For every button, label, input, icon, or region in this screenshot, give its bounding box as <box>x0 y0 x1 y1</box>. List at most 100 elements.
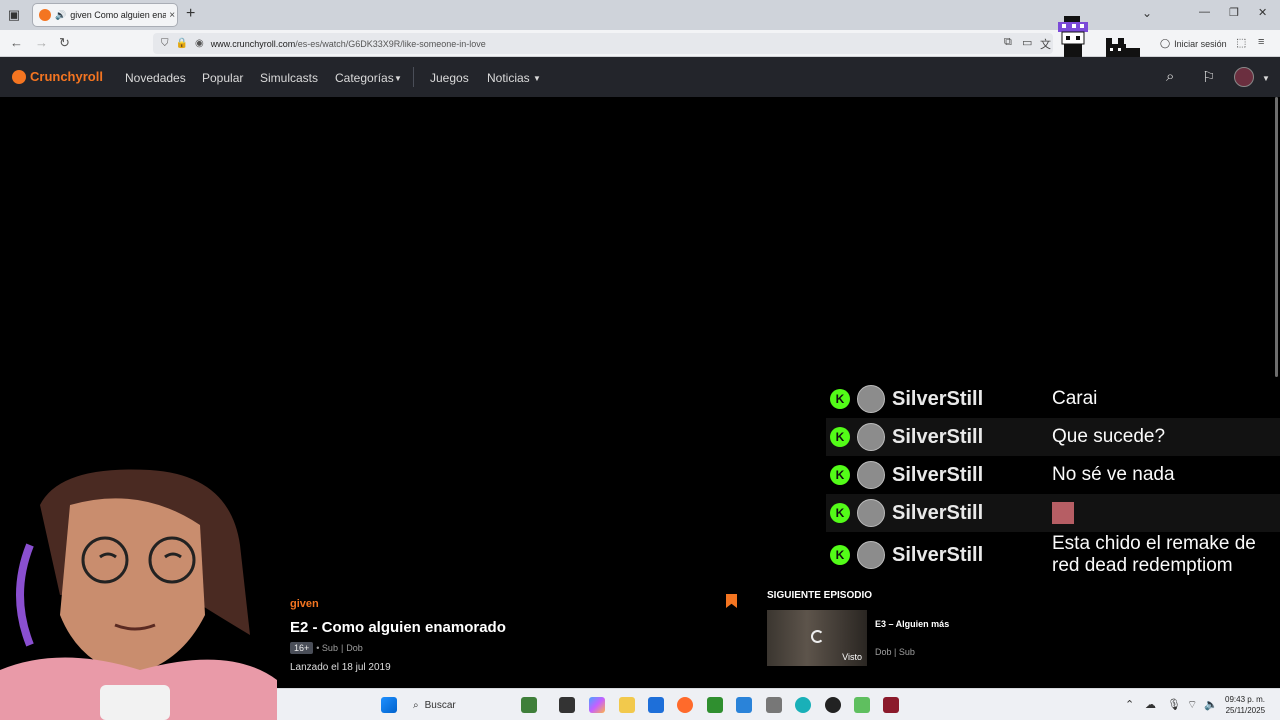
menu-icon[interactable]: ≡ <box>1258 36 1264 48</box>
chat-text: No sé ve nada <box>1052 464 1175 485</box>
nav-categorias[interactable]: Categorías <box>335 71 394 85</box>
crunchyroll-logo[interactable]: Crunchyroll <box>12 69 103 84</box>
task-view-icon[interactable] <box>559 697 575 713</box>
chat-text: Carai <box>1052 388 1098 409</box>
profile-chevron-icon[interactable]: ▼ <box>1262 74 1270 83</box>
episode-series[interactable]: given <box>290 594 319 612</box>
store-icon[interactable] <box>648 697 664 713</box>
taskbar: ⌕ Buscar ⌃ ☁ 🎙 ⌔ 🔈 09:43 p. m. 25/11/202… <box>277 688 1280 720</box>
rating-badge: 16+ <box>290 642 314 654</box>
nav-juegos[interactable]: Juegos <box>430 71 469 85</box>
system-clock[interactable]: 09:43 p. m. 25/11/2025 <box>1225 694 1265 716</box>
file-explorer-icon[interactable] <box>619 697 635 713</box>
chat-text: Que sucede? <box>1052 426 1166 447</box>
release-date: Lanzado el 18 jul 2019 <box>290 662 391 673</box>
tab-overview-icon[interactable]: ▣ <box>6 7 22 23</box>
active-tab[interactable]: 🔊 given Como alguien enamorado × <box>32 3 178 27</box>
user-avatar <box>857 541 885 569</box>
shield-icon[interactable]: ⛉ <box>161 38 169 49</box>
loading-spinner-icon <box>811 630 824 643</box>
nav-noticias[interactable]: Noticias <box>487 71 530 85</box>
lang-separator: | <box>340 643 344 653</box>
nav-simulcasts[interactable]: Simulcasts <box>260 71 318 85</box>
firefox-icon[interactable] <box>677 697 693 713</box>
next-episode-thumbnail[interactable]: Visto <box>767 610 867 666</box>
back-icon[interactable]: ← <box>10 35 23 50</box>
site-permissions-icon[interactable]: ◉ <box>195 38 204 49</box>
screenshot-icon[interactable]: ▭ <box>1022 36 1032 49</box>
watchlist-bookmark-icon[interactable]: ⚐ <box>1202 68 1215 86</box>
edge-style-icon[interactable] <box>795 697 811 713</box>
chat-message: K SilverStill Esta chido el remake de re… <box>826 532 1280 578</box>
address-bar[interactable]: ⛉ 🔒 ◉ www.crunchyroll.com /es-es/watch/G… <box>153 33 1053 54</box>
chat-app-icon[interactable] <box>854 697 870 713</box>
nav-novedades[interactable]: Novedades <box>125 71 186 85</box>
chat-username: SilverStill <box>892 501 984 524</box>
vtuber-avatar <box>0 465 277 720</box>
mic-icon[interactable]: 🎙 <box>1167 698 1181 711</box>
speaker-icon[interactable]: 🔊 <box>55 10 66 21</box>
onedrive-icon[interactable]: ☁ <box>1145 698 1156 711</box>
chat-username: SilverStill <box>892 387 984 410</box>
restore-icon[interactable]: ❐ <box>1229 6 1239 19</box>
copilot-icon[interactable] <box>589 697 605 713</box>
episode-meta: 16+ • Sub | Dob <box>290 642 363 654</box>
tray-chevron-icon[interactable]: ⌃ <box>1125 698 1134 711</box>
search-icon[interactable]: ⌕ <box>1166 68 1174 85</box>
chat-message: K SilverStill Que sucede? <box>826 418 1280 456</box>
chat-message: K SilverStill <box>826 494 1280 532</box>
chat-username: SilverStill <box>892 463 984 486</box>
noticias-chevron-icon[interactable]: ▼ <box>533 74 541 83</box>
forward-icon[interactable]: → <box>35 35 48 50</box>
url-path: /es-es/watch/G6DK33X9R/like-someone-in-l… <box>295 38 486 49</box>
signin-button[interactable]: ◯ Iniciar sesión <box>1160 38 1227 49</box>
user-avatar <box>857 423 885 451</box>
categorias-chevron-icon[interactable]: ▼ <box>394 74 402 83</box>
crunchyroll-logo-icon <box>12 69 26 84</box>
minimize-icon[interactable]: — <box>1199 6 1210 18</box>
minecraft-icon[interactable] <box>707 697 723 713</box>
scrollbar[interactable] <box>1275 97 1278 377</box>
kick-icon: K <box>830 465 850 485</box>
obs-icon[interactable] <box>825 697 841 713</box>
tab-title: given Como alguien enamorado <box>70 10 167 20</box>
tree-widget-icon[interactable] <box>521 697 537 713</box>
kick-icon: K <box>830 427 850 447</box>
account-icon: ◯ <box>1160 38 1171 48</box>
volume-icon[interactable]: 🔈 <box>1204 698 1218 711</box>
nav-popular[interactable]: Popular <box>202 71 243 85</box>
user-avatar <box>857 385 885 413</box>
wifi-icon[interactable]: ⌔ <box>1187 698 1197 712</box>
next-episode-title[interactable]: E3 – Alguien más <box>875 619 949 629</box>
tab-list-chevron-icon[interactable]: ⌄ <box>1142 6 1152 20</box>
watched-badge: Visto <box>842 652 862 662</box>
avatar[interactable] <box>1234 67 1254 87</box>
pixel-character-icon <box>1058 16 1088 58</box>
kick-icon: K <box>830 503 850 523</box>
game-launcher-icon[interactable] <box>883 697 899 713</box>
tab-close-icon[interactable]: × <box>169 10 175 21</box>
chat-username: SilverStill <box>892 543 984 566</box>
bookmark-icon[interactable] <box>726 594 737 608</box>
picture-in-picture-icon[interactable]: ⧉ <box>1004 36 1012 49</box>
extensions-icon[interactable]: ⬚ <box>1236 36 1246 49</box>
chat-text: Esta chido el remake de red dead redempt… <box>1052 533 1256 576</box>
chat-message: K SilverStill No sé ve nada <box>826 456 1280 494</box>
user-avatar <box>857 461 885 489</box>
next-episode-meta: Dob | Sub <box>875 647 915 657</box>
lock-icon[interactable]: 🔒 <box>176 38 188 49</box>
new-tab-button[interactable]: + <box>186 5 195 23</box>
app-window-icon[interactable] <box>736 697 752 713</box>
microphone-app-icon[interactable] <box>766 697 782 713</box>
kick-icon: K <box>830 389 850 409</box>
nav-divider <box>413 67 414 87</box>
stream-chat-overlay: K SilverStill Carai K SilverStill Que su… <box>826 380 1280 578</box>
windows-start-icon[interactable] <box>381 697 397 713</box>
emote-icon <box>1052 502 1074 524</box>
reload-icon[interactable]: ↻ <box>59 35 70 51</box>
pixel-cat-icon <box>1106 38 1140 58</box>
next-episode-heading: SIGUIENTE EPISODIO <box>767 590 873 601</box>
vtuber-illustration-icon <box>0 469 277 720</box>
series-link[interactable]: given <box>290 598 319 610</box>
window-close-icon[interactable]: ✕ <box>1258 6 1267 19</box>
